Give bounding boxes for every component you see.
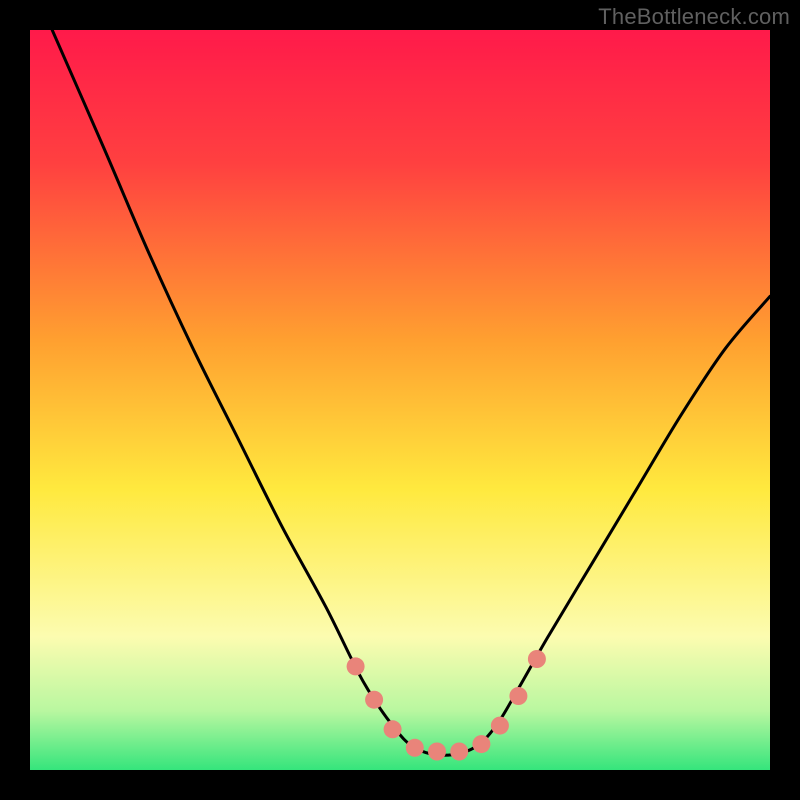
gradient-background bbox=[30, 30, 770, 770]
highlight-dot bbox=[384, 720, 402, 738]
highlight-dot bbox=[472, 735, 490, 753]
highlight-dot bbox=[509, 687, 527, 705]
highlight-dot bbox=[528, 650, 546, 668]
bottleneck-chart bbox=[0, 0, 800, 800]
attribution-text: TheBottleneck.com bbox=[598, 4, 790, 30]
highlight-dot bbox=[450, 743, 468, 761]
highlight-dot bbox=[406, 739, 424, 757]
highlight-dot bbox=[365, 691, 383, 709]
highlight-dot bbox=[428, 743, 446, 761]
highlight-dot bbox=[347, 657, 365, 675]
chart-frame: TheBottleneck.com bbox=[0, 0, 800, 800]
highlight-dot bbox=[491, 717, 509, 735]
